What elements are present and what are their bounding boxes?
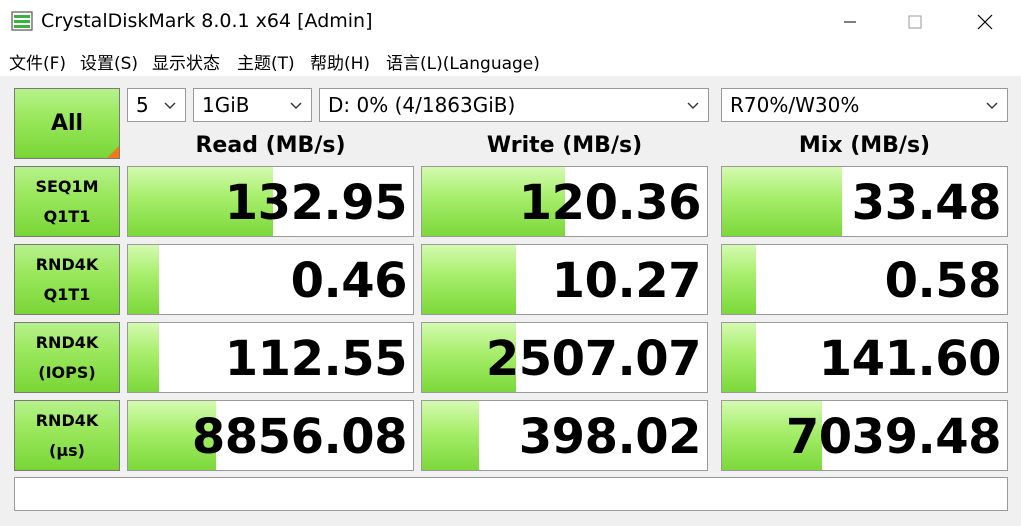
chevron-down-icon (986, 102, 998, 109)
menu-bar: 文件(F) 设置(S) 显示状态 主题(T) 帮助(H) 语言(L)(Langu… (0, 44, 1021, 76)
chevron-down-icon (164, 102, 176, 109)
menu-language[interactable]: 语言(L)(Language) (386, 49, 540, 74)
maximize-button[interactable] (885, 0, 945, 44)
menu-theme[interactable]: 主题(T) (237, 49, 295, 74)
status-bar (14, 477, 1008, 511)
mix-ratio-value: R70%/W30% (730, 93, 860, 117)
row-label-line2: Q1T1 (43, 206, 91, 226)
row-label-line1: SEQ1M (35, 176, 99, 196)
crystaldiskmark-icon (11, 11, 33, 31)
result-value: 0.46 (290, 253, 408, 309)
maximize-icon (908, 15, 922, 29)
rnd4k-q1t1-button[interactable]: RND4K Q1T1 (14, 244, 120, 315)
rnd4k-read-cell: 0.46 (127, 244, 414, 315)
mix-ratio-select[interactable]: R70%/W30% (721, 88, 1008, 122)
result-bar (722, 167, 842, 236)
result-value: 2507.07 (485, 331, 702, 387)
result-value: 141.60 (818, 331, 1002, 387)
menu-display-status[interactable]: 显示状态 (152, 49, 220, 74)
mix-column-header: Mix (MB/s) (798, 133, 931, 158)
rnd4k-latency-button[interactable]: RND4K (μs) (14, 400, 120, 471)
rnd4k-latency-read-cell: 8856.08 (127, 400, 414, 471)
menu-help[interactable]: 帮助(H) (310, 49, 370, 74)
minimize-icon (844, 21, 856, 23)
row-label-line2: (IOPS) (38, 362, 96, 382)
rnd4k-mix-cell: 0.58 (721, 244, 1008, 315)
result-value: 112.55 (224, 331, 408, 387)
result-value: 398.02 (518, 409, 702, 465)
chevron-down-icon (687, 102, 699, 109)
rnd4k-iops-button[interactable]: RND4K (IOPS) (14, 322, 120, 393)
result-value: 7039.48 (785, 409, 1002, 465)
test-size-select[interactable]: 1GiB (193, 88, 312, 122)
result-bar (722, 323, 757, 392)
row-label-line2: (μs) (49, 440, 85, 460)
rnd4k-iops-read-cell: 112.55 (127, 322, 414, 393)
drive-select[interactable]: D: 0% (4/1863GiB) (319, 88, 709, 122)
result-value: 132.95 (224, 175, 408, 231)
title-bar: CrystalDiskMark 8.0.1 x64 [Admin] (0, 0, 1021, 44)
rnd4k-write-cell: 10.27 (421, 244, 708, 315)
rnd4k-iops-write-cell: 2507.07 (421, 322, 708, 393)
test-size-value: 1GiB (202, 93, 250, 117)
result-value: 8856.08 (191, 409, 408, 465)
result-bar (128, 245, 160, 314)
result-value: 0.58 (884, 253, 1002, 309)
test-count-select[interactable]: 5 (127, 88, 186, 122)
seq1m-read-cell: 132.95 (127, 166, 414, 237)
chevron-down-icon (290, 102, 302, 109)
run-all-button[interactable]: All (14, 88, 120, 159)
row-label-line1: RND4K (35, 254, 99, 274)
result-value: 10.27 (551, 253, 702, 309)
result-value: 33.48 (851, 175, 1002, 231)
read-column-header: Read (MB/s) (195, 133, 346, 158)
drive-value: D: 0% (4/1863GiB) (328, 93, 516, 117)
rnd4k-iops-mix-cell: 141.60 (721, 322, 1008, 393)
seq1m-mix-cell: 33.48 (721, 166, 1008, 237)
close-button[interactable] (955, 0, 1015, 44)
rnd4k-latency-mix-cell: 7039.48 (721, 400, 1008, 471)
result-bar (722, 245, 757, 314)
write-column-header: Write (MB/s) (486, 133, 643, 158)
run-all-label: All (50, 111, 84, 136)
row-label-line2: Q1T1 (43, 284, 91, 304)
seq1m-q1t1-button[interactable]: SEQ1M Q1T1 (14, 166, 120, 237)
result-value: 120.36 (518, 175, 702, 231)
menu-settings[interactable]: 设置(S) (80, 49, 138, 74)
result-bar (422, 245, 517, 314)
rnd4k-latency-write-cell: 398.02 (421, 400, 708, 471)
close-icon (977, 14, 993, 30)
row-label-line1: RND4K (35, 410, 99, 430)
test-count-value: 5 (136, 93, 149, 117)
corner-marker (107, 146, 119, 158)
result-bar (422, 401, 479, 470)
minimize-button[interactable] (820, 0, 880, 44)
window-title: CrystalDiskMark 8.0.1 x64 [Admin] (41, 10, 373, 32)
row-label-line1: RND4K (35, 332, 99, 352)
result-bar (128, 323, 160, 392)
menu-file[interactable]: 文件(F) (9, 49, 66, 74)
seq1m-write-cell: 120.36 (421, 166, 708, 237)
